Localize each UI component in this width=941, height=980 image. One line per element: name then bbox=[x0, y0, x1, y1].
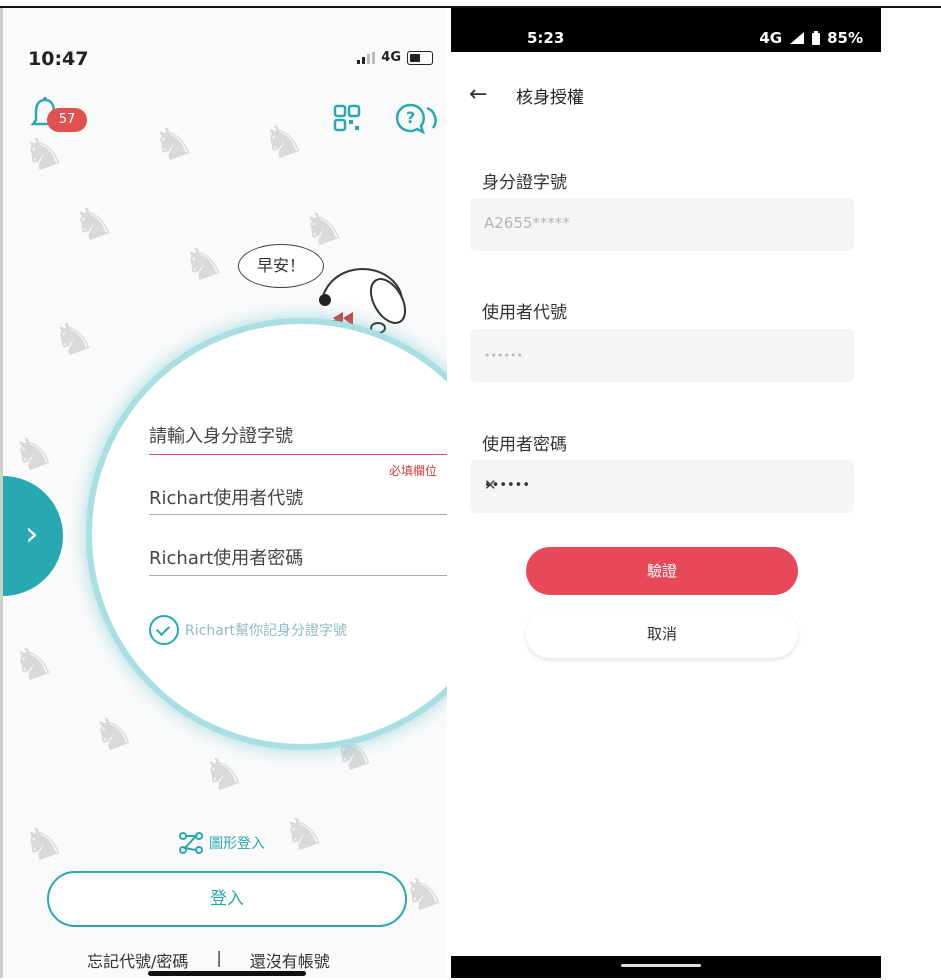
dog-doodle-icon: ♞ bbox=[275, 802, 330, 865]
dog-doodle-icon: ♞ bbox=[15, 812, 70, 875]
id-number-label: 身分證字號 bbox=[482, 173, 567, 193]
id-number-input[interactable]: 請輸入身分證字號 bbox=[149, 422, 447, 456]
password-label: 使用者密碼 bbox=[482, 435, 567, 455]
page-title: 核身授權 bbox=[516, 88, 584, 108]
chevron-right-icon: › bbox=[25, 514, 39, 554]
qr-code-icon[interactable] bbox=[333, 104, 361, 132]
user-code-label: 使用者代號 bbox=[482, 303, 567, 323]
user-code-field[interactable]: •••••• bbox=[470, 329, 854, 382]
dog-doodle-icon: ♞ bbox=[5, 632, 60, 695]
bottom-links: 忘記代號/密碼 | 還沒有帳號 bbox=[87, 948, 387, 972]
battery-icon bbox=[407, 50, 433, 65]
dog-doodle-icon: ♞ bbox=[145, 112, 200, 175]
password-underline bbox=[149, 575, 447, 576]
status-bar: 5:23 4G 85% bbox=[451, 8, 881, 52]
pattern-login-link[interactable]: 圖形登入 bbox=[179, 832, 265, 854]
pattern-icon bbox=[179, 832, 203, 854]
network-label: 4G bbox=[381, 50, 401, 65]
id-number-value: A2655***** bbox=[484, 214, 570, 232]
dog-doodle-icon: ♞ bbox=[195, 742, 250, 805]
user-code-underline bbox=[149, 514, 447, 515]
link-separator: | bbox=[216, 948, 222, 967]
remember-id-label: Richart幫你記身分證字號 bbox=[185, 623, 348, 639]
id-number-field[interactable]: A2655***** bbox=[470, 198, 854, 251]
login-circle-panel bbox=[86, 318, 447, 750]
notification-badge: 57 bbox=[47, 108, 87, 132]
pattern-login-label: 圖形登入 bbox=[209, 836, 265, 852]
status-time: 10:47 bbox=[28, 48, 89, 70]
signal-icon bbox=[357, 51, 376, 64]
dog-doodle-icon: ♞ bbox=[45, 307, 100, 370]
status-indicators: 4G bbox=[357, 50, 433, 65]
status-bar: 10:47 4G bbox=[3, 8, 447, 108]
battery-icon bbox=[812, 31, 821, 45]
verify-button[interactable]: 驗證 bbox=[526, 547, 798, 595]
required-hint: 必填欄位 bbox=[389, 464, 438, 478]
login-button[interactable]: 登入 bbox=[47, 871, 407, 927]
left-phone-screen: ♞ ♞ ♞ ♞ ♞ ♞ ♞ ♞ ♞ ♞ ♞ ♞ ♞ ♞ ♞ 10:47 4G 5… bbox=[3, 8, 447, 978]
network-label: 4G bbox=[759, 29, 783, 47]
navigation-bar bbox=[451, 956, 881, 978]
help-chat-icon[interactable]: ? bbox=[395, 102, 439, 134]
svg-text:?: ? bbox=[406, 108, 415, 127]
status-indicators: 4G 85% bbox=[759, 29, 863, 47]
dog-doodle-icon: ♞ bbox=[65, 192, 120, 255]
battery-level: 85% bbox=[827, 29, 863, 47]
home-indicator bbox=[148, 971, 306, 976]
clear-icon[interactable]: ✕ bbox=[484, 476, 838, 494]
forgot-credentials-link[interactable]: 忘記代號/密碼 bbox=[87, 948, 188, 972]
back-arrow-icon[interactable]: ← bbox=[469, 82, 487, 107]
right-phone-screen: 5:23 4G 85% ← 核身授權 身分證字號 A2655***** 使用者代… bbox=[451, 8, 881, 978]
cancel-button[interactable]: 取消 bbox=[526, 610, 798, 658]
checkmark-icon bbox=[149, 615, 179, 645]
password-field[interactable]: •••••• ✕ bbox=[470, 460, 854, 513]
signup-link[interactable]: 還沒有帳號 bbox=[250, 948, 330, 972]
home-gesture-bar[interactable] bbox=[621, 964, 701, 967]
id-number-underline bbox=[149, 454, 447, 455]
dog-doodle-icon: ♞ bbox=[255, 110, 310, 173]
signal-icon bbox=[790, 32, 805, 44]
user-code-input[interactable]: Richart使用者代號 bbox=[149, 484, 447, 518]
remember-id-checkbox[interactable]: Richart幫你記身分證字號 bbox=[149, 615, 347, 645]
dog-doodle-icon: ♞ bbox=[5, 422, 60, 485]
dog-doodle-icon: ♞ bbox=[85, 702, 140, 765]
dog-doodle-icon: ♞ bbox=[175, 232, 230, 295]
password-input[interactable]: Richart使用者密碼 bbox=[149, 544, 447, 578]
status-time: 5:23 bbox=[527, 29, 565, 47]
dog-doodle-icon: ♞ bbox=[15, 122, 70, 185]
user-code-value: •••••• bbox=[484, 349, 523, 362]
